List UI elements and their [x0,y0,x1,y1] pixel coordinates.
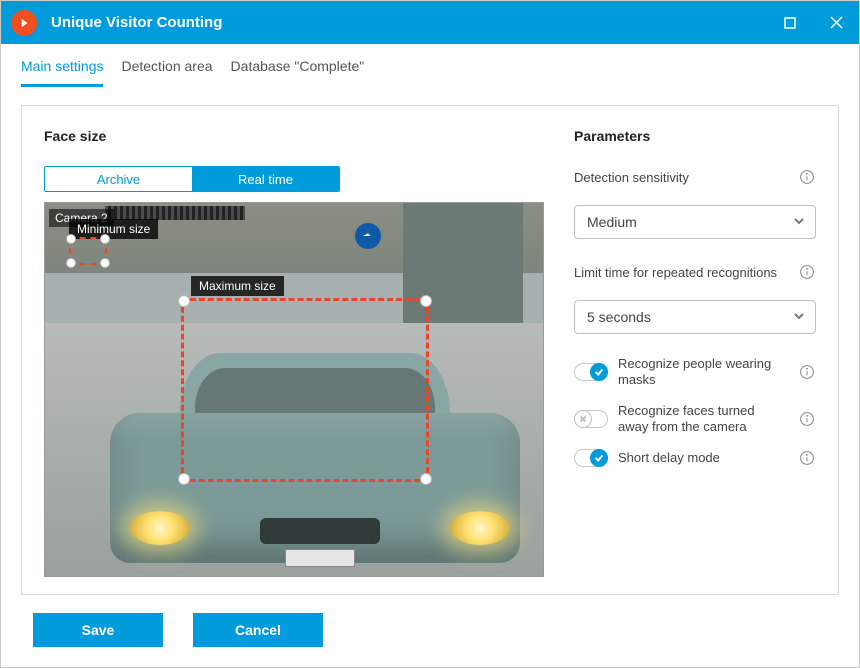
toggle-short-delay[interactable] [574,449,608,467]
face-size-title: Face size [44,128,544,144]
titlebar: Unique Visitor Counting [1,1,859,44]
minimum-size-box[interactable]: Minimum size [69,219,158,265]
resize-handle[interactable] [66,234,76,244]
toggle-masks-label: Recognize people wearing masks [618,356,788,389]
tabs: Main settings Detection area Database "C… [1,44,859,87]
limit-label: Limit time for repeated recognitions [574,265,788,280]
window-maximize-button[interactable] [767,1,813,44]
limit-row: Limit time for repeated recognitions [574,257,816,286]
maximum-size-label: Maximum size [191,276,284,296]
parameters-title: Parameters [574,128,816,144]
resize-handle[interactable] [100,234,110,244]
panel-wrap: Face size Archive Real time [1,87,859,595]
toggle-masks[interactable] [574,363,608,381]
tab-main-settings[interactable]: Main settings [21,58,103,87]
sensitivity-select[interactable]: Medium [574,205,816,239]
camera-timestamp-strip [105,206,245,220]
archive-mode-button[interactable]: Archive [45,167,192,191]
window-title: Unique Visitor Counting [51,14,767,31]
info-icon[interactable] [798,363,816,381]
minimum-size-rect[interactable] [69,237,107,265]
chevron-down-icon [793,214,805,230]
chevron-down-icon [793,309,805,325]
road-sign-icon [355,223,381,249]
realtime-mode-button[interactable]: Real time [192,167,339,191]
toggle-short-label: Short delay mode [618,450,788,466]
toggle-turned-away[interactable] [574,410,608,428]
tab-detection-area[interactable]: Detection area [121,58,212,87]
tab-database[interactable]: Database "Complete" [231,58,365,87]
main-panel: Face size Archive Real time [21,105,839,595]
sensitivity-value: Medium [587,214,637,230]
info-icon[interactable] [798,449,816,467]
resize-handle[interactable] [66,258,76,268]
sensitivity-label: Detection sensitivity [574,170,788,185]
resize-handle[interactable] [420,473,432,485]
info-icon[interactable] [798,263,816,281]
limit-value: 5 seconds [587,309,651,325]
info-icon[interactable] [798,410,816,428]
toggle-turned-row: Recognize faces turned away from the cam… [574,403,816,436]
face-size-section: Face size Archive Real time [44,128,544,572]
info-icon[interactable] [798,168,816,186]
app-icon [11,10,37,36]
resize-handle[interactable] [178,295,190,307]
resize-handle[interactable] [420,295,432,307]
limit-select[interactable]: 5 seconds [574,300,816,334]
maximum-size-box[interactable]: Maximum size [181,298,429,482]
camera-preview[interactable]: Camera 2 Minimum size Maximum size [44,202,544,577]
mode-segmented-control: Archive Real time [44,166,340,192]
sensitivity-row: Detection sensitivity [574,162,816,191]
cancel-button[interactable]: Cancel [193,613,323,647]
parameters-section: Parameters Detection sensitivity Medium [574,128,816,572]
resize-handle[interactable] [100,258,110,268]
resize-handle[interactable] [178,473,190,485]
footer: Save Cancel [1,595,859,667]
minimum-size-label: Minimum size [69,219,158,239]
window: Unique Visitor Counting Main settings De… [0,0,860,668]
toggle-short-row: Short delay mode [574,449,816,467]
save-button[interactable]: Save [33,613,163,647]
toggle-masks-row: Recognize people wearing masks [574,356,816,389]
toggle-turned-label: Recognize faces turned away from the cam… [618,403,788,436]
window-close-button[interactable] [813,1,859,44]
maximum-size-rect[interactable] [181,298,429,482]
